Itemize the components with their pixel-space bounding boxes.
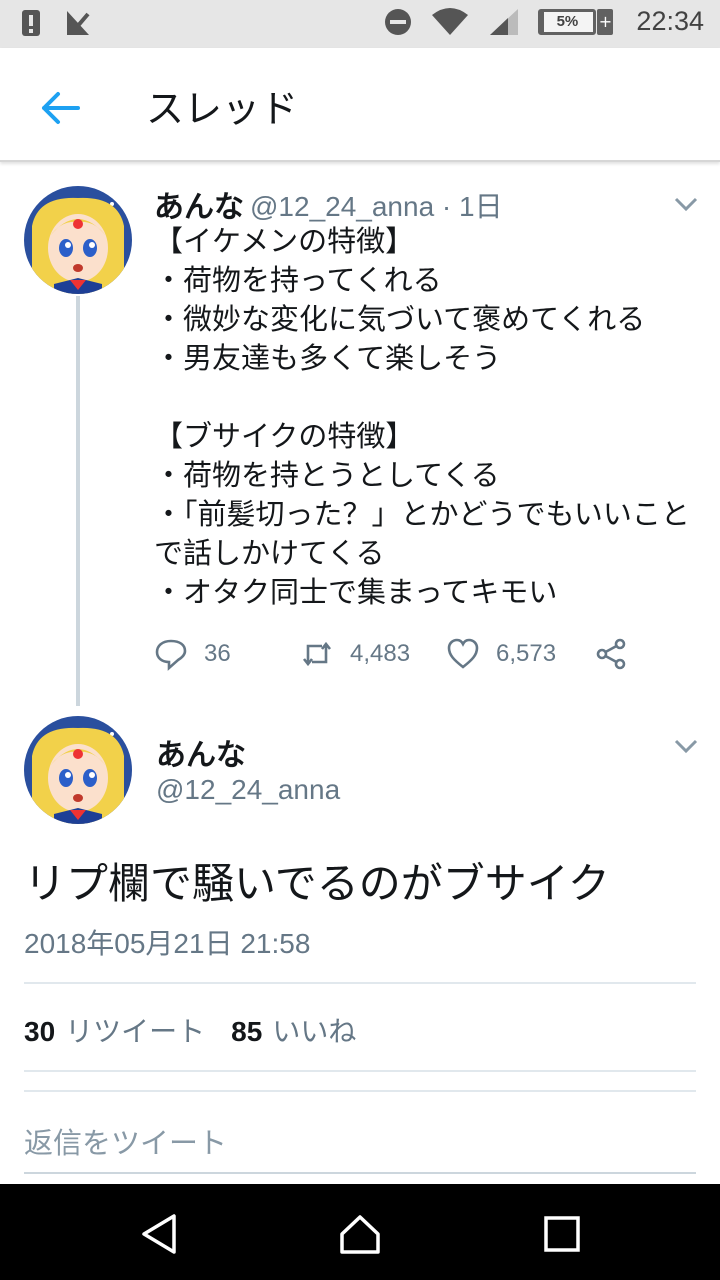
divider (24, 982, 696, 984)
tweet-text: リプ欄で騒いでるのがブサイク (24, 859, 610, 908)
like-label[interactable]: いいね (272, 1010, 356, 1050)
status-bar: 5% + 22:34 (0, 0, 720, 48)
retweet-label[interactable]: リツイート (65, 1010, 205, 1050)
thread-connector (76, 296, 80, 706)
avatar[interactable] (24, 716, 132, 824)
display-name[interactable]: あんな (154, 182, 244, 226)
avatar[interactable] (24, 186, 132, 294)
clock: 22:34 (636, 6, 704, 36)
like-count: 6,573 (496, 640, 557, 667)
battery-icon: 5% + (538, 8, 614, 35)
user-handle[interactable]: @12_24_anna (156, 774, 340, 806)
heart-icon (447, 638, 479, 669)
retweet-total[interactable]: 30 (24, 1016, 55, 1048)
reply-underline (24, 1172, 696, 1174)
check-icon (67, 11, 90, 35)
tweet-timestamp: 2018年05月21日 21:58 (24, 928, 311, 959)
tweet-meta[interactable]: @12_24_anna · 1日 (250, 185, 503, 225)
like-button[interactable]: 6,573 (446, 632, 556, 676)
like-total[interactable]: 85 (231, 1016, 262, 1048)
battery-percent: 5% (556, 12, 579, 30)
reply-icon (155, 639, 187, 671)
share-button[interactable] (594, 632, 628, 676)
retweet-count: 4,483 (350, 640, 411, 667)
wifi-icon (432, 7, 469, 35)
divider (24, 1090, 696, 1092)
display-name[interactable]: あんな (156, 730, 246, 774)
reply-count: 36 (204, 640, 231, 667)
signal-icon (490, 8, 519, 35)
arrow-left-icon[interactable] (38, 86, 82, 130)
share-icon (596, 638, 626, 670)
chevron-down-icon[interactable] (673, 738, 699, 754)
dnd-icon (385, 8, 412, 35)
reply-input[interactable]: 返信をツイート (24, 1120, 227, 1162)
tweet-actions: 36 4,483 6,573 (154, 632, 654, 676)
chevron-down-icon[interactable] (673, 196, 699, 212)
tweet-text: 【イケメンの特徴】 ・荷物を持ってくれる ・微妙な変化に気づいて褒めてくれる ・… (154, 224, 690, 609)
page-title: スレッド (146, 87, 299, 131)
retweet-button[interactable]: 4,483 (300, 632, 410, 676)
home-icon[interactable] (338, 1212, 382, 1256)
divider (24, 1070, 696, 1072)
system-nav-bar (0, 1184, 720, 1280)
retweet-icon (302, 641, 332, 667)
reply-button[interactable]: 36 (154, 632, 231, 676)
back-triangle-icon[interactable] (138, 1212, 182, 1256)
recents-icon[interactable] (540, 1212, 584, 1256)
tweet-stats: 30 リツイート 85 いいね (24, 1010, 382, 1050)
app-header: スレッド (0, 48, 720, 162)
alert-icon (22, 10, 40, 36)
